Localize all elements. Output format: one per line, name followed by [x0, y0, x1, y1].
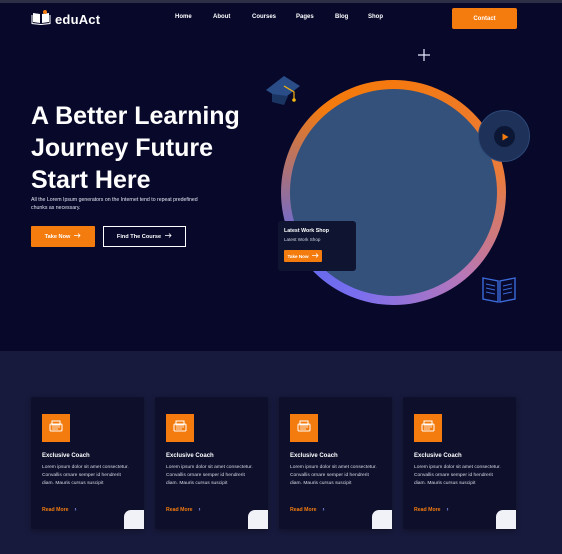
read-more-label: Read More: [42, 507, 69, 513]
card-title: Exclusive Coach: [290, 453, 338, 459]
open-book-icon: [479, 272, 519, 309]
typewriter-icon: [421, 419, 435, 437]
chevron-right-icon: ›: [322, 507, 325, 513]
workshop-subtitle: Latest Work Shop: [284, 237, 321, 242]
read-more-link[interactable]: Read More ›: [166, 507, 201, 513]
hero-description: All the Lorem Ipsum generators on the In…: [31, 197, 198, 211]
video-play-button[interactable]: [478, 110, 530, 162]
hero-title-line-1: A Better Learning: [31, 102, 240, 130]
read-more-link[interactable]: Read More ›: [414, 507, 449, 513]
feature-card: Exclusive Coach Lorem ipsum dolor sit am…: [403, 397, 516, 529]
card-title: Exclusive Coach: [414, 453, 462, 459]
arrow-right-icon: [311, 253, 319, 259]
nav-home[interactable]: Home: [175, 14, 192, 20]
graduation-cap-icon: [264, 72, 302, 111]
read-more-label: Read More: [166, 507, 193, 513]
chevron-right-icon: ›: [74, 507, 77, 513]
card-description: Lorem ipsum dolor sit amet consectetur. …: [290, 465, 377, 486]
nav-pages[interactable]: Pages: [296, 14, 314, 20]
take-now-button[interactable]: Take Now: [31, 226, 95, 247]
workshop-card: Latest Work Shop Latest Work Shop Take N…: [278, 221, 356, 271]
feature-card: Exclusive Coach Lorem ipsum dolor sit am…: [279, 397, 392, 529]
workshop-button-label: Take Now: [287, 253, 309, 259]
card-icon-box: [166, 414, 194, 442]
workshop-take-now-button[interactable]: Take Now: [284, 250, 322, 262]
card-icon-box: [290, 414, 318, 442]
hero-image-ring: [281, 80, 506, 305]
card-icon-box: [414, 414, 442, 442]
card-corner: [496, 510, 516, 529]
card-title: Exclusive Coach: [166, 453, 214, 459]
arrow-right-icon: [165, 233, 172, 240]
hero-title: A Better Learning Journey Future Start H…: [31, 100, 271, 196]
read-more-label: Read More: [414, 507, 441, 513]
play-button-inner: [494, 126, 515, 147]
find-course-label: Find The Course: [116, 233, 162, 240]
contact-button[interactable]: Contact: [452, 8, 517, 29]
feature-card: Exclusive Coach Lorem ipsum dolor sit am…: [155, 397, 268, 529]
nav-courses[interactable]: Courses: [252, 14, 276, 20]
plus-icon: [418, 48, 430, 66]
workshop-title: Latest Work Shop: [284, 228, 329, 234]
nav-shop[interactable]: Shop: [368, 14, 383, 20]
typewriter-icon: [297, 419, 311, 437]
hero-title-line-2: Journey Future: [31, 134, 213, 162]
card-description: Lorem ipsum dolor sit amet consectetur. …: [166, 465, 253, 486]
card-icon-box: [42, 414, 70, 442]
nav-about[interactable]: About: [213, 14, 230, 20]
read-more-link[interactable]: Read More ›: [42, 507, 77, 513]
find-course-button[interactable]: Find The Course: [103, 226, 186, 247]
read-more-link[interactable]: Read More ›: [290, 507, 325, 513]
card-description: Lorem ipsum dolor sit amet consectetur. …: [414, 465, 501, 486]
hero-title-line-3: Start Here: [31, 166, 151, 194]
card-corner: [124, 510, 144, 529]
card-description: Lorem ipsum dolor sit amet consectetur. …: [42, 465, 129, 486]
feature-card: Exclusive Coach Lorem ipsum dolor sit am…: [31, 397, 144, 529]
card-corner: [248, 510, 268, 529]
read-more-label: Read More: [290, 507, 317, 513]
typewriter-icon: [173, 419, 187, 437]
card-corner: [372, 510, 392, 529]
typewriter-icon: [49, 419, 63, 437]
chevron-right-icon: ›: [446, 507, 449, 513]
chevron-right-icon: ›: [198, 507, 201, 513]
take-now-label: Take Now: [44, 233, 71, 240]
nav-blog[interactable]: Blog: [335, 14, 348, 20]
top-border: [0, 0, 562, 3]
play-icon: [501, 128, 509, 146]
card-title: Exclusive Coach: [42, 453, 90, 459]
arrow-right-icon: [74, 233, 81, 240]
